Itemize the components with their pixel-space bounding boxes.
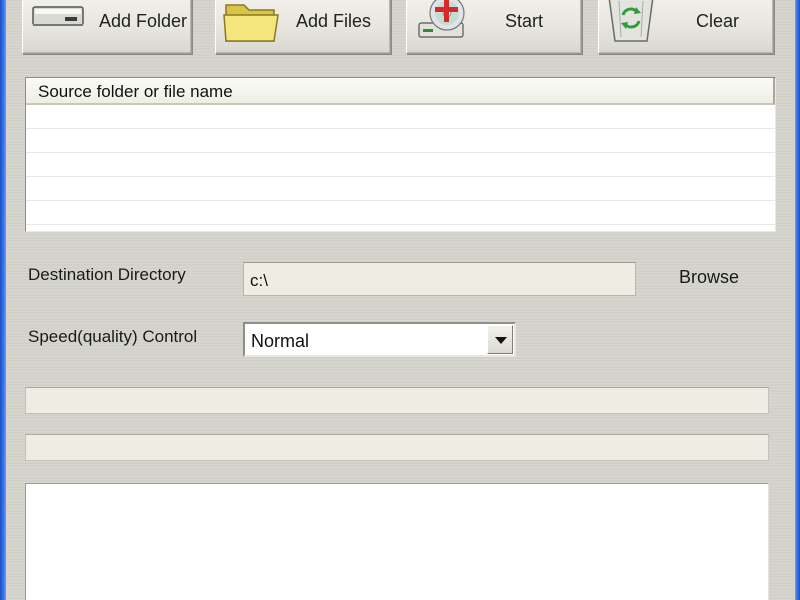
destination-directory-label: Destination Directory (28, 265, 186, 284)
column-header-label: Source folder or file name (38, 82, 233, 101)
recycle-bin-icon (605, 0, 657, 50)
list-item[interactable] (26, 177, 775, 201)
start-button[interactable]: Start (406, 0, 582, 54)
window-frame-right (795, 0, 800, 600)
destination-directory-input[interactable] (243, 262, 636, 296)
chevron-down-icon[interactable] (487, 325, 513, 354)
add-files-button[interactable]: Add Files (215, 0, 391, 54)
clear-button[interactable]: Clear (598, 0, 774, 54)
window-frame-left (0, 0, 6, 600)
progress-bar-2 (25, 434, 769, 461)
drive-icon (31, 1, 87, 36)
cd-burn-icon (417, 0, 475, 48)
start-label: Start (505, 11, 544, 31)
list-item[interactable] (26, 105, 775, 129)
source-file-list[interactable]: Source folder or file name (25, 77, 776, 232)
speed-selected-value: Normal (251, 331, 310, 351)
add-folder-button[interactable]: Add Folder (22, 0, 192, 54)
folder-icon (222, 0, 282, 50)
list-item[interactable] (26, 201, 775, 225)
add-folder-label: Add Folder (99, 11, 188, 31)
speed-control-label: Speed(quality) Control (28, 327, 198, 346)
clear-label: Clear (696, 11, 740, 31)
column-header-source[interactable]: Source folder or file name (26, 78, 775, 105)
browse-button[interactable]: Browse (679, 267, 739, 288)
add-files-label: Add Files (296, 11, 372, 31)
log-output-area[interactable] (25, 483, 769, 600)
list-item[interactable] (26, 153, 775, 177)
list-item[interactable] (26, 129, 775, 153)
progress-bar-1 (25, 387, 769, 414)
speed-quality-select[interactable]: Normal (243, 322, 516, 357)
